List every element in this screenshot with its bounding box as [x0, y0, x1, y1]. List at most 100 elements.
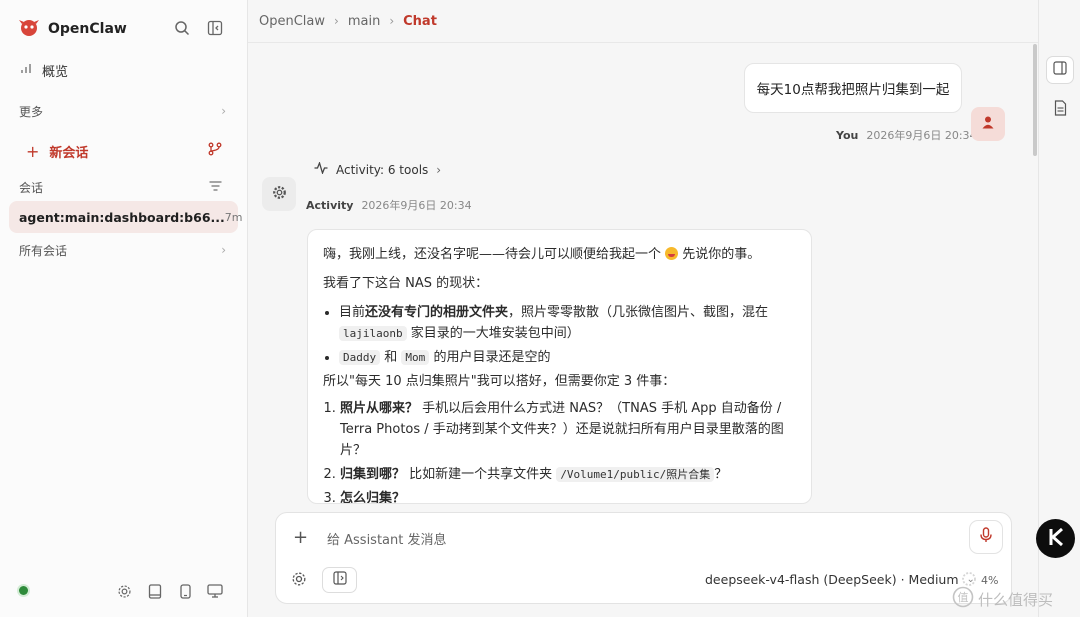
bullet-list: 目前还没有专门的相册文件夹，照片零零散散（几张微信图片、截图，混在 lajila…: [339, 302, 797, 368]
activity-toggle[interactable]: Activity: 6 tools ›: [314, 161, 442, 177]
openclaw-logo-icon: [18, 16, 40, 42]
inline-code: Daddy: [339, 350, 381, 365]
text-run: 的用户目录还是空的: [433, 350, 551, 365]
microphone-icon: [980, 527, 992, 547]
brand[interactable]: OpenClaw: [18, 16, 127, 42]
filter-icon[interactable]: [209, 180, 222, 195]
user-avatar: [971, 107, 1005, 141]
side-panel-toggle-button[interactable]: [322, 567, 357, 593]
breadcrumb: OpenClaw › main › Chat: [248, 0, 1038, 43]
user-message-bubble: 每天10点帮我把照片归集到一起: [744, 63, 962, 113]
document-icon: [1054, 100, 1067, 120]
assistant-message-meta: Activity 2026年9月6日 20:34: [306, 197, 472, 213]
attach-plus-icon[interactable]: +: [293, 527, 308, 548]
section-label: 更多: [19, 104, 44, 119]
message-paragraph: 所以"每天 10 点归集照片"我可以搭好，但需要你定 3 件事：: [323, 374, 676, 389]
composer-settings-gear-icon[interactable]: [291, 571, 307, 591]
watermark-logo-icon: 值: [952, 586, 974, 612]
list-item: 怎么归集？: [340, 488, 797, 504]
toggle-panel-button[interactable]: [1046, 56, 1074, 84]
connection-status-dot: [19, 586, 28, 595]
grinning-emoji-icon: [665, 247, 679, 260]
voice-input-button[interactable]: [969, 520, 1003, 554]
sessions-header: 会话: [0, 177, 248, 197]
assistant-avatar: [262, 177, 296, 211]
desktop-icon[interactable]: [205, 581, 225, 601]
list-item: 归集到哪？ 比如新建一个共享文件夹 /Volume1/public/照片合集？: [340, 464, 797, 485]
text-run: ？: [714, 467, 728, 482]
activity-pulse-icon: [314, 161, 328, 177]
mobile-icon[interactable]: [175, 581, 195, 601]
document-button[interactable]: [1046, 96, 1074, 124]
watermark: 值 什么值得买: [952, 586, 1053, 612]
k-badge-logo[interactable]: [1036, 519, 1075, 558]
sidebar: OpenClaw 概览 更多 › + 新会话 会话 agent:main:das…: [0, 0, 248, 617]
bold-text: 归集到哪？: [340, 467, 406, 482]
message-composer: + 给 Assistant 发消息 deepseek-v4-flash (Dee…: [275, 512, 1012, 604]
search-icon[interactable]: [172, 18, 192, 38]
chevron-right-icon: ›: [389, 14, 395, 28]
list-item: 照片从哪来？ 手机以后会用什么方式进 NAS？（TNAS 手机 App 自动备份…: [340, 398, 797, 461]
list-item: 目前还没有专门的相册文件夹，照片零零散散（几张微信图片、截图，混在 lajila…: [339, 302, 797, 344]
breadcrumb-item-openclaw[interactable]: OpenClaw: [259, 14, 325, 29]
bold-text: 还没有专门的相册文件夹: [365, 305, 509, 320]
app-name: OpenClaw: [48, 21, 127, 37]
panel-icon: [1053, 61, 1067, 79]
message-timestamp: 2026年9月6日 20:34: [361, 199, 472, 212]
gear-icon: [272, 185, 287, 204]
panel-icon: [332, 571, 347, 589]
user-message-text: 每天10点帮我把照片归集到一起: [756, 82, 950, 98]
watermark-text: 什么值得买: [978, 590, 1054, 609]
message-input[interactable]: 给 Assistant 发消息: [327, 529, 447, 548]
numbered-list: 照片从哪来？ 手机以后会用什么方式进 NAS？（TNAS 手机 App 自动备份…: [340, 398, 797, 504]
sidebar-section-more[interactable]: 更多 ›: [0, 101, 248, 121]
book-icon[interactable]: [145, 581, 165, 601]
assistant-message-card: 嗨，我刚上线，还没名字呢——待会儿可以顺便给我起一个 先说你的事。 我看了下这台…: [307, 229, 812, 504]
sidebar-item-overview[interactable]: 概览: [0, 60, 248, 80]
list-item: Daddy 和 Mom 的用户目录还是空的: [339, 347, 797, 368]
message-paragraph: 嗨，我刚上线，还没名字呢——待会儿可以顺便给我起一个 先说你的事。: [323, 244, 797, 265]
chat-scrollbar[interactable]: [1033, 44, 1037, 156]
session-item-active[interactable]: agent:main:dashboard:b66... 7m: [9, 201, 243, 233]
plus-icon: +: [26, 141, 40, 161]
text-run: 比如新建一个共享文件夹: [409, 467, 553, 482]
session-age: 7m: [224, 210, 243, 224]
message-author: Activity: [306, 199, 354, 212]
text-run: 家目录的一大堆安装包中间）: [410, 326, 580, 341]
text-run: 先说你的事。: [682, 247, 761, 262]
model-label: deepseek-v4-flash (DeepSeek) · Medium: [705, 572, 959, 587]
model-selector[interactable]: deepseek-v4-flash (DeepSeek) · Medium ⌄: [705, 572, 975, 587]
sidebar-item-label: 概览: [42, 64, 69, 80]
message-paragraph: 我看了下这台 NAS 的现状：: [323, 276, 489, 291]
activity-toggle-label: Activity: 6 tools: [336, 162, 429, 177]
bold-text: 怎么归集？: [340, 491, 406, 504]
message-timestamp: 2026年9月6日 20:34: [866, 129, 977, 142]
session-name: agent:main:dashboard:b66...: [19, 209, 225, 225]
text-run: 和: [384, 350, 398, 365]
bold-text: 照片从哪来？: [340, 401, 419, 416]
k-letter-icon: [1045, 526, 1067, 552]
new-chat-label: 新会话: [49, 145, 89, 161]
text-run: 嗨，我刚上线，还没名字呢——待会儿可以顺便给我起一个: [323, 247, 662, 262]
inline-code: Mom: [401, 350, 430, 365]
text-run: 目前: [339, 305, 366, 320]
bar-chart-icon: [20, 62, 32, 78]
chevron-right-icon: ›: [221, 104, 226, 118]
user-message-meta: You 2026年9月6日 20:34: [836, 127, 977, 143]
chevron-right-icon: ›: [436, 162, 442, 177]
chevron-right-icon: ›: [334, 14, 339, 28]
text-run: ，照片零零散散（几张微信图片、截图，混在: [508, 305, 769, 320]
breadcrumb-item-main[interactable]: main: [348, 14, 380, 29]
all-sessions-link[interactable]: 所有会话 ›: [0, 240, 248, 260]
branch-icon[interactable]: [208, 142, 222, 160]
section-label: 所有会话: [19, 243, 68, 258]
person-icon: [981, 115, 995, 133]
inline-code: lajilaonb: [339, 326, 407, 341]
inline-code: /Volume1/public/照片合集: [556, 467, 715, 482]
settings-gear-icon[interactable]: [114, 581, 134, 601]
svg-text:值: 值: [958, 591, 969, 604]
new-chat-row: + 新会话: [0, 140, 248, 162]
collapse-sidebar-icon[interactable]: [205, 18, 225, 38]
new-chat-button[interactable]: + 新会话: [26, 142, 88, 161]
message-author: You: [836, 129, 859, 142]
